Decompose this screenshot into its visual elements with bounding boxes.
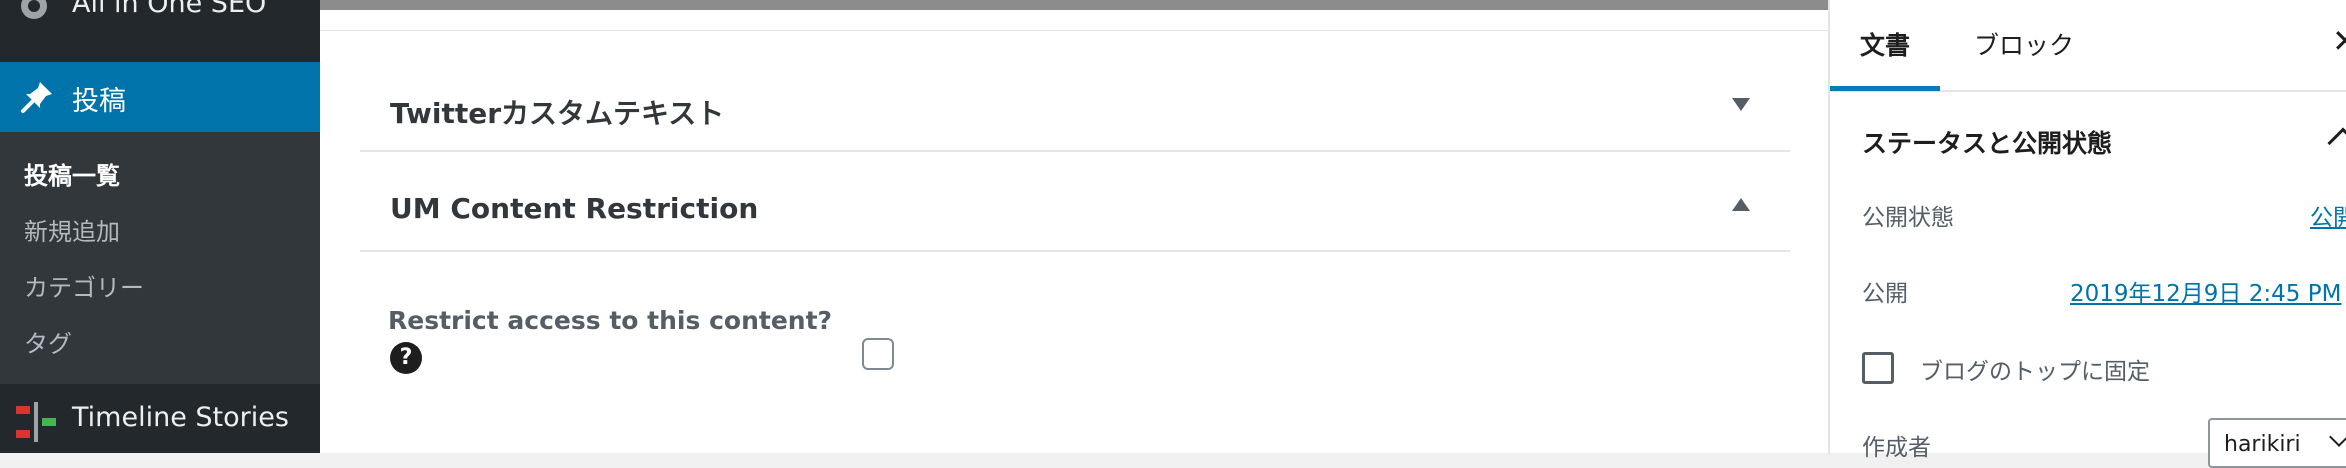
posts-submenu: 投稿一覧 新規追加 カテゴリー タグ [0, 132, 320, 384]
active-tab-indicator [1830, 86, 1940, 91]
visibility-label: 公開状態 [1862, 205, 1954, 231]
close-icon[interactable]: ✕ [2332, 22, 2346, 60]
help-icon[interactable]: ? [390, 342, 422, 374]
pushpin-icon [21, 82, 52, 113]
menu-label-posts: 投稿 [72, 86, 126, 117]
settings-sidebar: 文書 ブロック ✕ ステータスと公開状態 公開状態 公開 公開 2019年12月… [1828, 0, 2346, 468]
author-select-value: harikiri [2224, 432, 2301, 457]
submenu-item-add-new[interactable]: 新規追加 [24, 212, 120, 247]
submenu-item-categories[interactable]: カテゴリー [24, 268, 144, 303]
menu-item-timeline-stories[interactable]: Timeline Stories [0, 384, 320, 453]
panel-twitter-custom-text[interactable]: Twitterカスタムテキスト [360, 52, 1790, 152]
caret-down-icon[interactable] [1732, 98, 1750, 111]
restrict-access-checkbox[interactable] [862, 338, 894, 370]
sticky-checkbox[interactable] [1862, 352, 1894, 384]
editor-main: Twitterカスタムテキスト UM Content Restriction R… [320, 0, 1828, 453]
menu-item-all-in-one-seo[interactable]: All in One SEO [0, 0, 320, 62]
tab-block[interactable]: ブロック [1974, 26, 2074, 62]
settings-tabs: 文書 ブロック ✕ [1830, 0, 2346, 92]
sticky-label: ブログのトップに固定 [1920, 359, 2150, 385]
author-label: 作成者 [1862, 435, 1931, 461]
chevron-up-icon[interactable] [2327, 127, 2346, 159]
panel-title: UM Content Restriction [390, 192, 759, 225]
status-visibility-title[interactable]: ステータスと公開状態 [1862, 124, 2112, 160]
publish-date-link[interactable]: 2019年12月9日 2:45 PM [2070, 274, 2341, 308]
scroll-indicator-bar [320, 0, 1828, 10]
submenu-item-all-posts[interactable]: 投稿一覧 [24, 156, 120, 191]
menu-item-posts[interactable]: 投稿 [0, 62, 320, 132]
chevron-down-icon [2329, 427, 2346, 447]
restrict-access-label: Restrict access to this content? [388, 306, 833, 335]
tab-document[interactable]: 文書 [1860, 26, 1910, 62]
visibility-link[interactable]: 公開 [2310, 198, 2346, 232]
menu-label-all-in-one-seo: All in One SEO [72, 0, 267, 19]
divider [320, 30, 1828, 31]
submenu-item-tags[interactable]: タグ [24, 324, 72, 359]
admin-sidebar: All in One SEO 投稿 投稿一覧 新規追加 カテゴリー タグ Tim… [0, 0, 320, 453]
panel-um-content-restriction[interactable]: UM Content Restriction [360, 152, 1790, 252]
menu-label-timeline-stories: Timeline Stories [72, 402, 289, 433]
timeline-icon [16, 402, 56, 442]
gear-icon [21, 0, 47, 19]
author-select[interactable]: harikiri [2208, 418, 2346, 468]
publish-label: 公開 [1862, 281, 1908, 307]
caret-up-icon[interactable] [1732, 198, 1750, 211]
panel-title: Twitterカスタムテキスト [390, 97, 725, 130]
